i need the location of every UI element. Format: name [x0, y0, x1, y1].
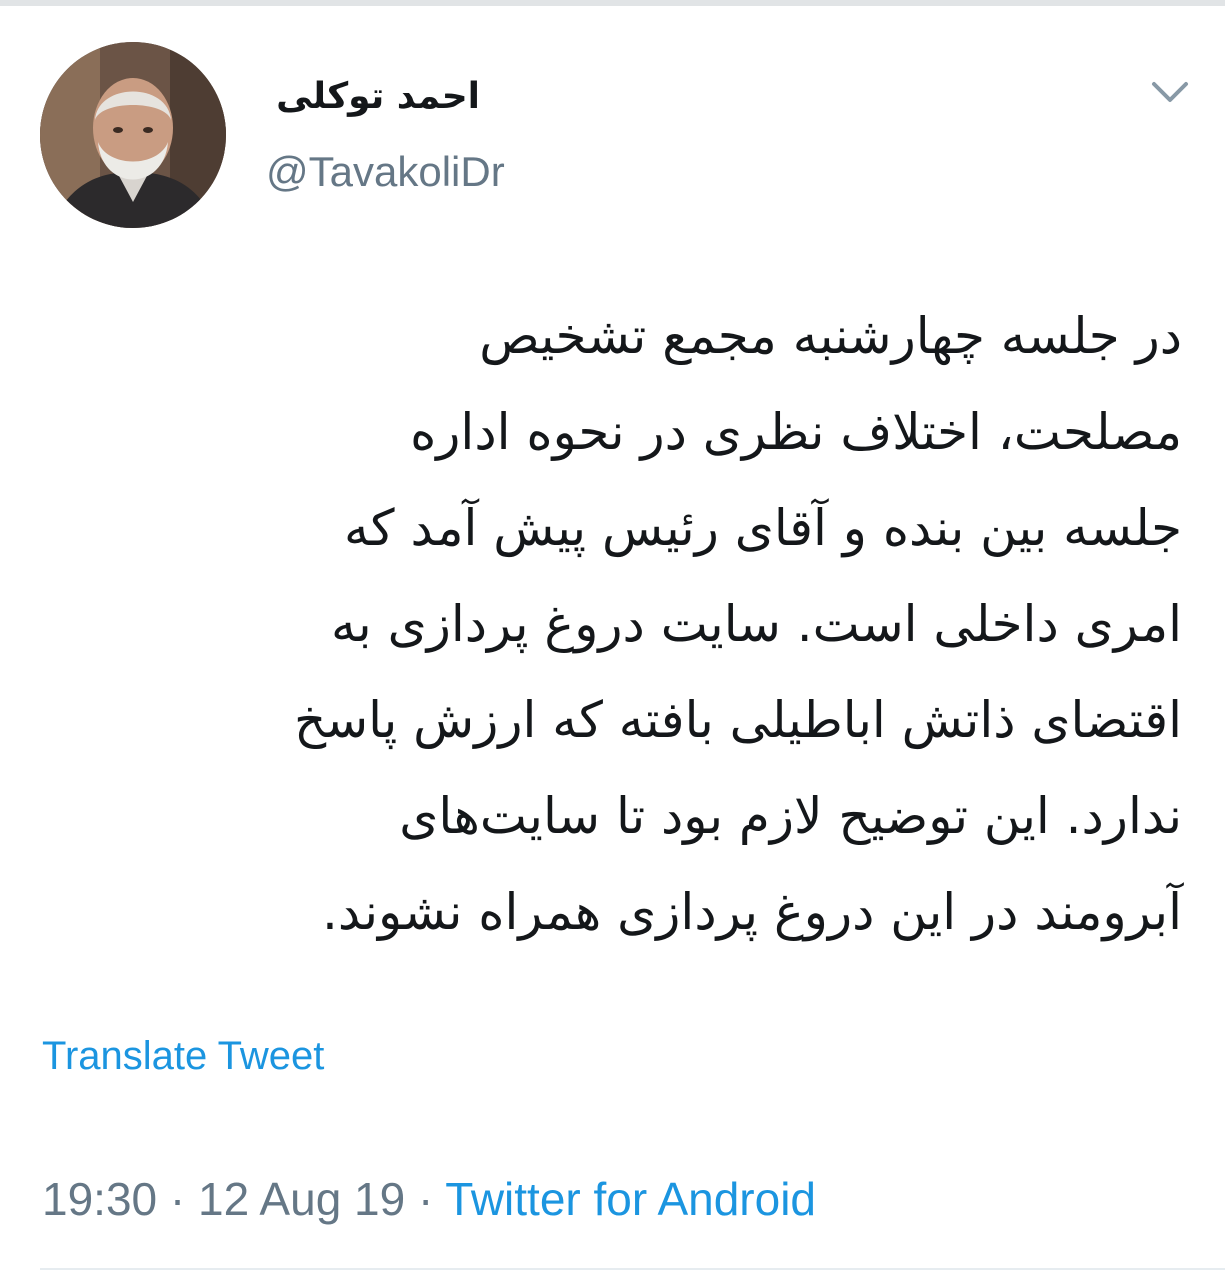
meta-separator: · — [418, 1173, 434, 1225]
tweet-line: امری داخلی است. سایت دروغ پردازی به — [330, 595, 1182, 653]
avatar[interactable] — [40, 42, 226, 228]
tweet-line: اقتضای ذاتش اباطیلی بافته که ارزش پاسخ — [293, 691, 1182, 749]
display-name[interactable]: احمد توکلی — [276, 76, 480, 117]
tweet-date[interactable]: 12 Aug 19 — [198, 1173, 405, 1225]
meta-separator: · — [169, 1173, 186, 1225]
divider — [40, 1268, 1225, 1270]
tweet-line: مصلحت، اختلاف نظری در نحوه اداره — [410, 403, 1182, 461]
tweet-line: آبرومند در این دروغ پردازی همراه نشوند. — [322, 883, 1182, 941]
tweet-meta: 19:30 · 12 Aug 19 · Twitter for Android — [42, 1172, 816, 1226]
tweet-line: جلسه بین بنده و آقای رئیس پیش آمد که — [343, 499, 1182, 557]
avatar-photo — [40, 42, 226, 228]
tweet-time[interactable]: 19:30 — [42, 1173, 157, 1225]
tweet-source-link[interactable]: Twitter for Android — [445, 1173, 816, 1225]
tweet-line: ندارد. این توضیح لازم بود تا سایت‌های — [399, 787, 1182, 845]
translate-tweet-link[interactable]: Translate Tweet — [42, 1034, 324, 1079]
user-handle[interactable]: @TavakoliDr — [266, 148, 505, 196]
tweet-text: در جلسه چهارشنبه مجمع تشخیص مصلحت، اختلا… — [40, 288, 1182, 960]
top-border — [0, 0, 1225, 6]
tweet-line: در جلسه چهارشنبه مجمع تشخیص — [479, 307, 1182, 365]
chevron-down-icon[interactable] — [1148, 74, 1192, 110]
